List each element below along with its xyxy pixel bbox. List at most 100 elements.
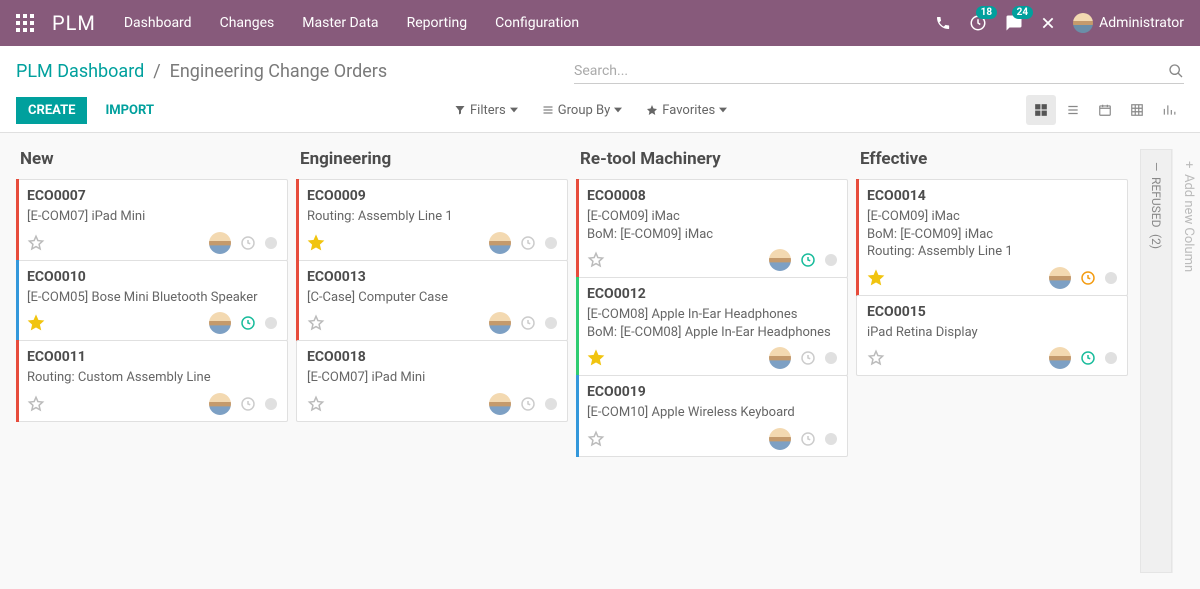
favorites-dropdown[interactable]: Favorites [646,103,727,118]
activity-clock-icon[interactable] [799,251,817,269]
card-detail-line: [E-COM09] iMac [867,208,1117,226]
breadcrumb-root[interactable]: PLM Dashboard [16,61,144,82]
view-list[interactable] [1058,95,1088,125]
nav-dashboard[interactable]: Dashboard [124,15,192,31]
apps-menu-icon[interactable] [16,14,34,32]
filters-dropdown[interactable]: Filters [454,103,518,118]
activity-clock-icon[interactable] [1079,269,1097,287]
assignee-avatar[interactable] [769,249,791,271]
activity-clock-icon[interactable] [519,314,537,332]
groupby-dropdown[interactable]: Group By [542,103,623,118]
user-menu[interactable]: Administrator [1073,13,1184,33]
card-accent [16,340,19,422]
kanban-card[interactable]: ECO0010 [E-COM05] Bose Mini Bluetooth Sp… [16,260,288,342]
discuss-icon[interactable]: 24 [1005,14,1023,32]
star-toggle[interactable] [307,395,325,413]
assignee-avatar[interactable] [209,232,231,254]
star-toggle[interactable] [27,234,45,252]
add-column[interactable]: + Add new Column [1172,149,1200,573]
card-id: ECO0018 [307,349,557,365]
state-dot[interactable] [1105,272,1117,284]
assignee-avatar[interactable] [1049,267,1071,289]
activity-clock-icon[interactable] [799,349,817,367]
view-calendar[interactable] [1090,95,1120,125]
card-detail-line: BoM: [E-COM09] iMac [867,226,1117,244]
card-detail-line: BoM: [E-COM09] iMac [587,226,837,244]
funnel-icon [454,104,466,116]
activity-clock-icon[interactable] [519,234,537,252]
kanban-card[interactable]: ECO0013 [C-Case] Computer Case [296,260,568,342]
card-id: ECO0009 [307,188,557,204]
kanban-card[interactable]: ECO0007 [E-COM07] iPad Mini [16,179,288,261]
assignee-avatar[interactable] [1049,347,1071,369]
state-dot[interactable] [825,433,837,445]
state-dot[interactable] [545,317,557,329]
kanban-card[interactable]: ECO0008 [E-COM09] iMacBoM: [E-COM09] iMa… [576,179,848,278]
control-bar: PLM Dashboard / Engineering Change Order… [0,46,1200,133]
state-dot[interactable] [265,398,277,410]
search-icon[interactable] [1168,63,1184,79]
assignee-avatar[interactable] [769,428,791,450]
card-id: ECO0013 [307,269,557,285]
folded-column-refused[interactable]: — REFUSED (2) [1140,149,1172,573]
close-icon[interactable] [1041,16,1055,30]
import-button[interactable]: IMPORT [105,103,154,118]
assignee-avatar[interactable] [209,393,231,415]
star-toggle[interactable] [587,251,605,269]
column-title: Effective [856,149,1128,179]
star-icon [646,104,658,116]
kanban-card[interactable]: ECO0018 [E-COM07] iPad Mini [296,340,568,422]
card-id: ECO0008 [587,188,837,204]
nav-reporting[interactable]: Reporting [407,15,468,31]
activity-clock-icon[interactable] [799,430,817,448]
star-toggle[interactable] [867,349,885,367]
assignee-avatar[interactable] [489,312,511,334]
nav-master-data[interactable]: Master Data [302,15,378,31]
search-bar[interactable] [574,59,1184,84]
view-graph[interactable] [1154,95,1184,125]
assignee-avatar[interactable] [489,232,511,254]
activity-clock-icon[interactable] [239,395,257,413]
state-dot[interactable] [545,237,557,249]
card-detail-line: Routing: Custom Assembly Line [27,369,277,387]
star-toggle[interactable] [27,395,45,413]
kanban-card[interactable]: ECO0015 iPad Retina Display [856,295,1128,377]
activity-clock-icon[interactable] [239,234,257,252]
state-dot[interactable] [1105,352,1117,364]
state-dot[interactable] [545,398,557,410]
folded-label: REFUSED [1149,177,1163,227]
kanban-card[interactable]: ECO0009 Routing: Assembly Line 1 [296,179,568,261]
assignee-avatar[interactable] [489,393,511,415]
breadcrumb-current: Engineering Change Orders [170,61,388,82]
state-dot[interactable] [825,352,837,364]
search-input[interactable] [574,59,1168,83]
star-toggle[interactable] [867,269,885,287]
star-toggle[interactable] [587,430,605,448]
star-toggle[interactable] [27,314,45,332]
star-toggle[interactable] [587,349,605,367]
nav-configuration[interactable]: Configuration [495,15,579,31]
activity-clock-icon[interactable] [239,314,257,332]
kanban-card[interactable]: ECO0011 Routing: Custom Assembly Line [16,340,288,422]
activity-clock-icon[interactable] [1079,349,1097,367]
activity-clock-icon[interactable] [519,395,537,413]
assignee-avatar[interactable] [769,347,791,369]
state-dot[interactable] [265,317,277,329]
kanban-card[interactable]: ECO0014 [E-COM09] iMacBoM: [E-COM09] iMa… [856,179,1128,296]
star-toggle[interactable] [307,234,325,252]
view-pivot[interactable] [1122,95,1152,125]
activity-icon[interactable]: 18 [969,14,987,32]
view-kanban[interactable] [1026,95,1056,125]
user-name: Administrator [1099,15,1184,31]
star-toggle[interactable] [307,314,325,332]
state-dot[interactable] [825,254,837,266]
create-button[interactable]: CREATE [16,97,87,124]
assignee-avatar[interactable] [209,312,231,334]
kanban-card[interactable]: ECO0012 [E-COM08] Apple In-Ear Headphone… [576,277,848,376]
caret-down-icon [614,106,622,114]
nav-changes[interactable]: Changes [220,15,275,31]
app-brand: PLM [52,11,96,35]
kanban-card[interactable]: ECO0019 [E-COM10] Apple Wireless Keyboar… [576,375,848,457]
phone-icon[interactable] [935,15,951,31]
state-dot[interactable] [265,237,277,249]
